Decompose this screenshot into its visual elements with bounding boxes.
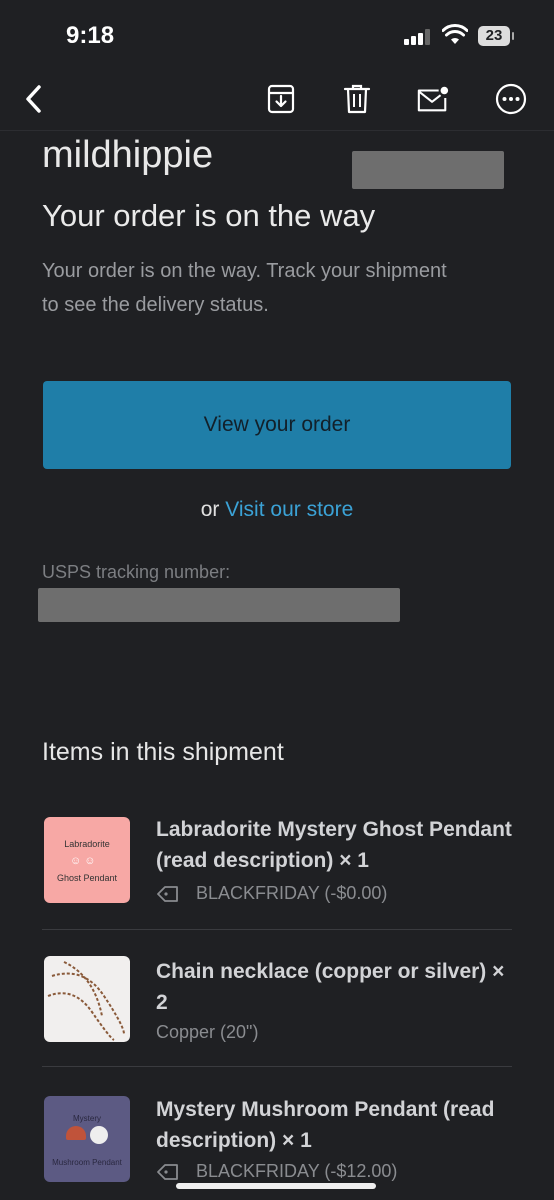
item-title: Labradorite Mystery Ghost Pendant (read …	[156, 818, 512, 872]
chevron-left-icon	[26, 85, 41, 113]
archive-button[interactable]	[264, 82, 298, 116]
wifi-icon	[442, 24, 468, 44]
item-discount: BLACKFRIDAY (-$12.00)	[156, 1161, 397, 1182]
redacted-block	[352, 151, 504, 189]
shipment-item[interactable]: Chain necklace (copper or silver) × 2 Co…	[42, 956, 512, 1056]
email-description: Your order is on the way. Track your shi…	[42, 260, 447, 316]
item-thumbnail: Mystery Mushroom Pendant	[44, 1096, 130, 1182]
thumbnail-caption: Mushroom Pendant	[52, 1158, 122, 1167]
trash-icon	[343, 84, 371, 114]
item-divider	[42, 1066, 512, 1067]
battery-indicator: 23	[478, 26, 514, 46]
delete-button[interactable]	[340, 82, 374, 116]
tag-icon	[157, 885, 178, 902]
brand-name: mildhippie	[42, 134, 214, 176]
home-indicator[interactable]	[176, 1183, 376, 1189]
item-title: Mystery Mushroom Pendant (read descripti…	[156, 1098, 495, 1152]
tag-icon	[157, 1163, 178, 1180]
store-link-line: or Visit our store	[0, 498, 554, 522]
view-order-button[interactable]: View your order	[43, 381, 511, 469]
thumbnail-caption: Labradorite	[64, 839, 110, 849]
item-divider	[42, 929, 512, 930]
item-thumbnail: Labradorite ☺ ☺ Ghost Pendant	[44, 817, 130, 903]
thumbnail-caption: Mystery	[73, 1114, 101, 1123]
back-button[interactable]	[16, 82, 50, 116]
ghost-icon: ☺ ☺	[70, 855, 96, 867]
discount-text: BLACKFRIDAY (-$12.00)	[196, 1161, 398, 1181]
email-headline: Your order is on the way	[42, 198, 376, 233]
mushroom-icon	[66, 1126, 86, 1140]
mark-unread-button[interactable]	[416, 82, 450, 116]
or-text: or	[200, 498, 220, 521]
item-variant: Copper (20")	[156, 1022, 259, 1042]
status-bar: 9:18 23	[0, 0, 554, 70]
shipment-item[interactable]: Labradorite ☺ ☺ Ghost Pendant Labradorit…	[42, 814, 512, 914]
archive-icon	[267, 84, 295, 114]
thumbnail-caption: Ghost Pendant	[56, 873, 118, 883]
item-discount: BLACKFRIDAY (-$0.00)	[156, 883, 387, 904]
mail-unread-icon	[417, 86, 449, 112]
item-title: Chain necklace (copper or silver) × 2	[156, 960, 505, 1014]
item-thumbnail	[44, 956, 130, 1042]
mail-toolbar	[0, 70, 554, 131]
visit-store-link[interactable]: Visit our store	[225, 498, 353, 521]
pendant-icon	[90, 1126, 108, 1144]
more-icon	[495, 83, 527, 115]
discount-text: BLACKFRIDAY (-$0.00)	[196, 883, 388, 903]
status-time: 9:18	[66, 22, 115, 49]
redacted-tracking-number	[38, 588, 400, 622]
items-section-title: Items in this shipment	[42, 738, 284, 766]
more-button[interactable]	[494, 82, 528, 116]
tracking-label: USPS tracking number:	[42, 562, 231, 582]
cellular-signal-icon	[404, 29, 432, 45]
shipment-item[interactable]: Mystery Mushroom Pendant Mystery Mushroo…	[42, 1094, 512, 1194]
chain-necklace-image	[47, 961, 125, 1041]
